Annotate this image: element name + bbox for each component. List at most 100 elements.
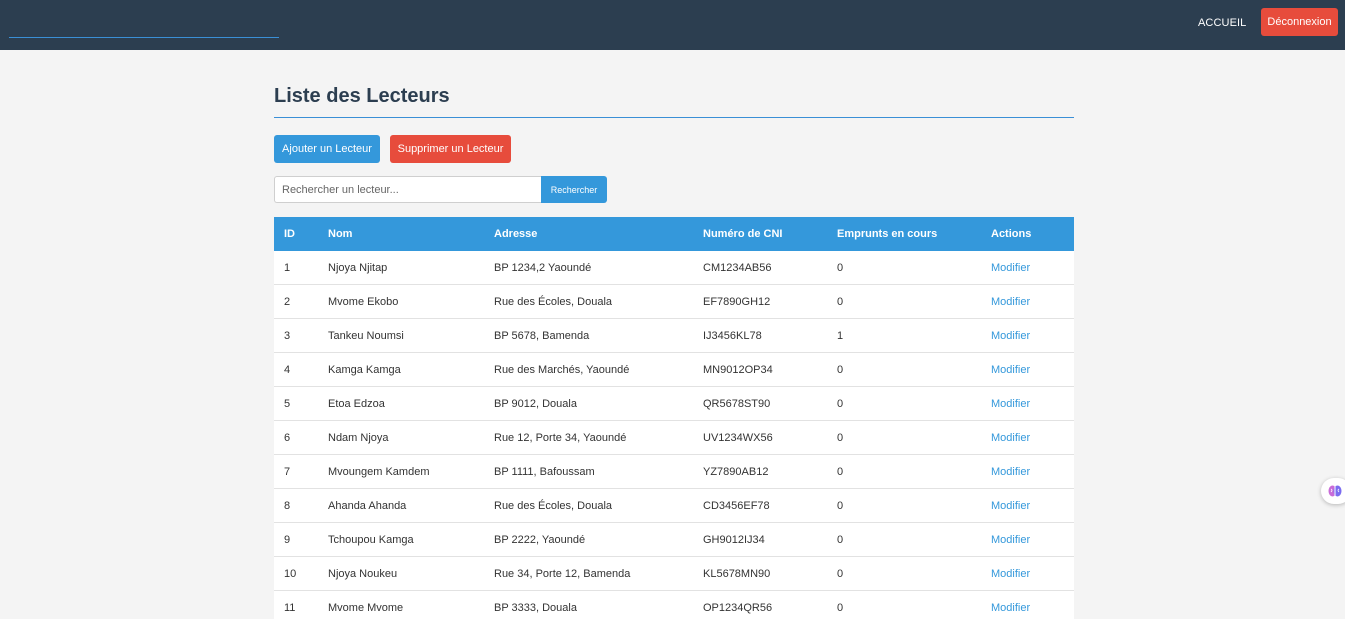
cell-id: 7 [284,466,291,478]
cell-adresse: Rue 12, Porte 34, Yaoundé [494,432,627,444]
cell-nom: Tchoupou Kamga [328,534,414,546]
cell-cni: OP1234QR56 [703,602,773,614]
cell-id: 1 [284,262,291,274]
modify-link[interactable]: Modifier [991,432,1030,444]
table-row: 9 Tchoupou Kamga BP 2222, Yaoundé GH9012IJ3… [274,523,1074,557]
search-button[interactable]: Rechercher [541,176,607,203]
cell-actions: Modifier [991,421,1030,455]
cell-nom: Njoya Noukeu [328,568,398,580]
cell-cni: YZ7890AB12 [703,466,769,478]
cell-cni: MN9012OP34 [703,364,773,376]
cell-adresse: BP 1234,2 Yaoundé [494,262,592,274]
top-navbar: ACCUEIL Déconnexion [0,0,1345,50]
table-row: 6 Ndam Njoya Rue 12, Porte 34, Yaoundé UV12… [274,421,1074,455]
delete-reader-button[interactable]: Supprimer un Lecteur [390,135,511,163]
navbar-accent-line [9,37,279,38]
table-row: 7 Mvoungem Kamdem BP 1111, Bafoussam YZ7890… [274,455,1074,489]
cell-nom: Mvoungem Kamdem [328,466,430,478]
cell-actions: Modifier [991,319,1030,353]
table-row: 11 Mvome Mvome BP 3333, Douala OP1234QR56 0 M… [274,591,1074,619]
cell-adresse: BP 9012, Douala [494,398,577,410]
modify-link[interactable]: Modifier [991,602,1030,614]
cell-adresse: BP 2222, Yaoundé [494,534,586,546]
table-header: ID Nom Adresse Numéro de CNI Emprunts en… [274,217,1074,251]
cell-emprunts: 0 [837,432,844,444]
cell-adresse: Rue des Écoles, Douala [494,296,613,308]
cell-emprunts: 0 [837,364,844,376]
modify-link[interactable]: Modifier [991,466,1030,478]
cell-cni: QR5678ST90 [703,398,771,410]
cell-id: 10 [284,568,297,580]
cell-id: 8 [284,500,291,512]
header-emprunts: Emprunts en cours [837,228,938,240]
header-actions: Actions [991,228,1032,240]
header-cni: Numéro de CNI [703,228,783,240]
cell-emprunts: 0 [837,262,844,274]
table-row: 8 Ahanda Ahanda Rue des Écoles, Douala CD34… [274,489,1074,523]
table-row: 10 Njoya Noukeu Rue 34, Porte 12, Bamenda K… [274,557,1074,591]
cell-id: 11 [284,602,296,614]
cell-adresse: BP 3333, Douala [494,602,577,614]
cell-cni: CM1234AB56 [703,262,772,274]
header-nom: Nom [328,228,353,240]
table-row: 4 Kamga Kamga Rue des Marchés, Yaoundé MN90… [274,353,1074,387]
cell-id: 9 [284,534,291,546]
cell-actions: Modifier [991,523,1030,557]
cell-nom: Ahanda Ahanda [328,500,407,512]
cell-adresse: BP 1111, Bafoussam [494,466,595,478]
cell-emprunts: 0 [837,534,844,546]
cell-nom: Tankeu Noumsi [328,330,404,342]
cell-emprunts: 0 [837,568,844,580]
cell-nom: Etoa Edzoa [328,398,385,410]
search-input[interactable] [274,176,542,203]
cell-nom: Mvome Mvome [328,602,404,614]
modify-link[interactable]: Modifier [991,330,1030,342]
add-reader-button[interactable]: Ajouter un Lecteur [274,135,380,163]
floating-assistant-button[interactable] [1321,478,1345,504]
cell-cni: UV1234WX56 [703,432,773,444]
cell-emprunts: 0 [837,398,844,410]
cell-actions: Modifier [991,591,1030,619]
cell-cni: EF7890GH12 [703,296,771,308]
modify-link[interactable]: Modifier [991,534,1030,546]
cell-cni: CD3456EF78 [703,500,770,512]
nav-home-link[interactable]: ACCUEIL [1198,14,1246,32]
cell-actions: Modifier [991,285,1030,319]
cell-cni: KL5678MN90 [703,568,771,580]
cell-actions: Modifier [991,353,1030,387]
cell-actions: Modifier [991,455,1030,489]
modify-link[interactable]: Modifier [991,568,1030,580]
cell-actions: Modifier [991,557,1030,591]
cell-id: 2 [284,296,291,308]
readers-table: ID Nom Adresse Numéro de CNI Emprunts en… [274,217,1074,619]
table-row: 2 Mvome Ekobo Rue des Écoles, Douala EF7890… [274,285,1074,319]
brain-icon [1328,485,1342,497]
cell-actions: Modifier [991,251,1030,285]
cell-adresse: Rue 34, Porte 12, Bamenda [494,568,631,580]
cell-id: 5 [284,398,291,410]
modify-link[interactable]: Modifier [991,296,1030,308]
header-adresse: Adresse [494,228,538,240]
cell-id: 3 [284,330,291,342]
logout-button[interactable]: Déconnexion [1261,8,1338,36]
cell-emprunts: 1 [837,330,844,342]
cell-actions: Modifier [991,387,1030,421]
cell-cni: IJ3456KL78 [703,330,762,342]
table-body: 1 Njoya Njitap BP 1234,2 Yaoundé CM1234AB56… [274,251,1074,619]
modify-link[interactable]: Modifier [991,262,1030,274]
table-row: 3 Tankeu Noumsi BP 5678, Bamenda IJ3456KL78… [274,319,1074,353]
cell-emprunts: 0 [837,296,844,308]
cell-cni: GH9012IJ34 [703,534,765,546]
cell-id: 4 [284,364,291,376]
cell-emprunts: 0 [837,500,844,512]
title-divider [274,117,1074,118]
table-row: 5 Etoa Edzoa BP 9012, Douala QR5678ST90 0 Mod… [274,387,1074,421]
modify-link[interactable]: Modifier [991,364,1030,376]
table-row: 1 Njoya Njitap BP 1234,2 Yaoundé CM1234AB56… [274,251,1074,285]
cell-adresse: Rue des Marchés, Yaoundé [494,364,630,376]
cell-adresse: Rue des Écoles, Douala [494,500,613,512]
cell-id: 6 [284,432,291,444]
modify-link[interactable]: Modifier [991,398,1030,410]
cell-actions: Modifier [991,489,1030,523]
modify-link[interactable]: Modifier [991,500,1030,512]
